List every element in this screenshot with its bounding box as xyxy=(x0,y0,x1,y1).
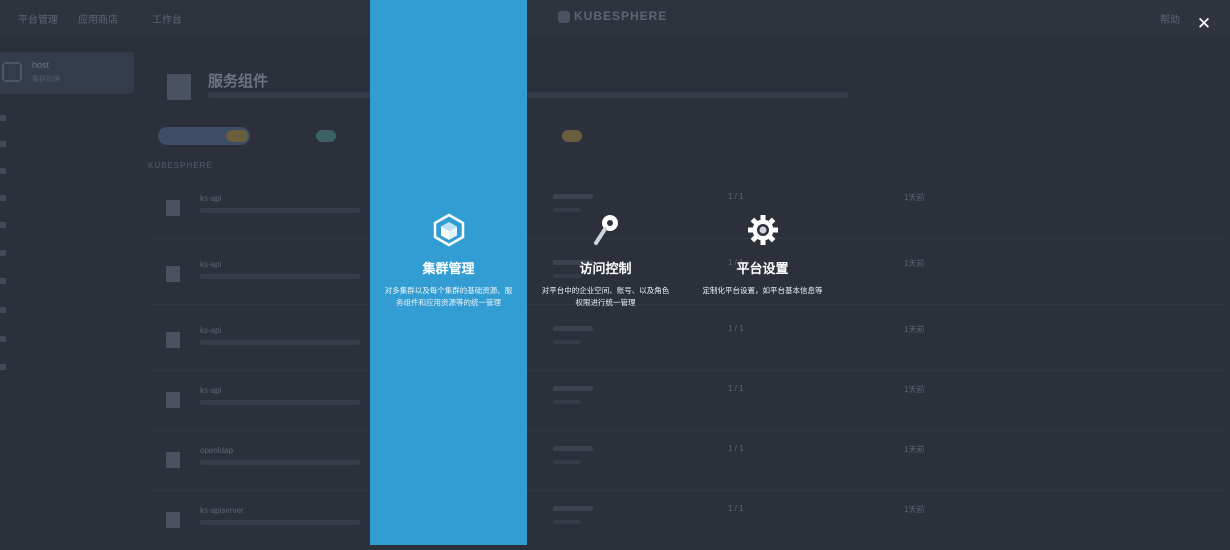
component-icon xyxy=(166,512,180,528)
top-navigation-bar: 平台管理 应用商店 工作台 KUBESPHERE 帮助 xyxy=(0,0,1230,36)
table-row[interactable]: ks-apiserver 1 / 1 1天前 xyxy=(148,494,1228,550)
created-time: 1天前 xyxy=(904,445,925,454)
service-components-icon xyxy=(167,74,191,100)
sidebar-item[interactable] xyxy=(0,277,130,291)
replica-count: 1 / 1 xyxy=(728,384,744,393)
component-icon xyxy=(166,200,180,216)
created-time: 1天前 xyxy=(904,259,925,268)
sidebar-item[interactable] xyxy=(0,140,130,154)
component-icon xyxy=(166,452,180,468)
page-title: 服务组件 xyxy=(208,73,269,90)
sidebar-item[interactable] xyxy=(0,194,130,208)
entry-title: 访问控制 xyxy=(579,261,632,276)
filter-count-badge xyxy=(226,130,248,142)
sidebar-item[interactable] xyxy=(0,363,130,377)
entry-access-control[interactable]: 访问控制 对平台中的企业空间、账号、以及角色权限进行统一管理 xyxy=(527,210,684,309)
cluster-name: host xyxy=(32,60,50,70)
replica-count: 1 / 1 xyxy=(728,192,744,201)
sidebar-item[interactable] xyxy=(0,114,130,128)
nav-item-app-store[interactable]: 应用商店 xyxy=(78,11,118,26)
table-row[interactable]: ks-api 1 / 1 1天前 xyxy=(148,374,1228,431)
created-time: 1天前 xyxy=(904,385,925,394)
entry-title: 平台设置 xyxy=(736,261,789,276)
component-icon xyxy=(166,266,180,282)
sidebar-item[interactable] xyxy=(0,249,130,263)
replica-count: 1 / 1 xyxy=(728,444,744,453)
page-description xyxy=(208,92,848,98)
table-row[interactable]: ks-api 1 / 1 1天前 xyxy=(148,314,1228,371)
component-name: ks-api xyxy=(200,326,222,335)
created-time: 1天前 xyxy=(904,193,925,202)
gear-icon xyxy=(747,215,778,245)
table-row[interactable]: openldap 1 / 1 1天前 xyxy=(148,434,1228,491)
sidebar-item[interactable] xyxy=(0,306,130,320)
component-name: ks-api xyxy=(200,260,222,269)
close-icon[interactable]: ✕ xyxy=(1194,14,1214,34)
replica-count: 1 / 1 xyxy=(728,324,744,333)
kubesphere-logo: KUBESPHERE xyxy=(558,9,667,23)
sidebar: host 集群管理 xyxy=(0,36,140,545)
cluster-selector[interactable]: host 集群管理 xyxy=(0,52,134,94)
sidebar-item[interactable] xyxy=(0,221,130,235)
section-label: KUBESPHERE xyxy=(148,161,213,170)
entry-description: 对平台中的企业空间、账号、以及角色权限进行统一管理 xyxy=(541,286,670,307)
component-name: ks-api xyxy=(200,194,222,203)
component-icon xyxy=(166,392,180,408)
help-link[interactable]: 帮助 xyxy=(1160,11,1180,26)
component-name: ks-api xyxy=(200,386,222,395)
created-time: 1天前 xyxy=(904,505,925,514)
sidebar-item[interactable] xyxy=(0,335,130,349)
cluster-subtitle: 集群管理 xyxy=(32,76,60,83)
component-name: ks-apiserver xyxy=(200,506,244,515)
cluster-icon xyxy=(2,62,22,82)
entry-title: 集群管理 xyxy=(422,261,475,276)
filter-count-badge xyxy=(316,130,336,142)
entry-description: 定制化平台设置，如平台基本信息等 xyxy=(702,286,823,295)
sidebar-item[interactable] xyxy=(0,167,130,181)
nav-item-platform[interactable]: 平台管理 xyxy=(18,11,58,26)
cluster-cube-icon xyxy=(433,213,464,247)
nav-item-workbench[interactable]: 工作台 xyxy=(152,11,182,26)
component-name: openldap xyxy=(200,446,233,455)
entry-platform-settings[interactable]: 平台设置 定制化平台设置，如平台基本信息等 xyxy=(684,210,841,297)
created-time: 1天前 xyxy=(904,325,925,334)
replica-count: 1 / 1 xyxy=(728,504,744,513)
entry-description: 对多集群以及每个集群的基础资源、服务组件和应用资源等的统一管理 xyxy=(384,286,513,307)
key-icon xyxy=(593,215,618,245)
component-icon xyxy=(166,332,180,348)
entry-cluster-management[interactable]: 集群管理 对多集群以及每个集群的基础资源、服务组件和应用资源等的统一管理 xyxy=(370,210,527,309)
filter-count-badge xyxy=(562,130,582,142)
logo-icon xyxy=(558,10,570,23)
